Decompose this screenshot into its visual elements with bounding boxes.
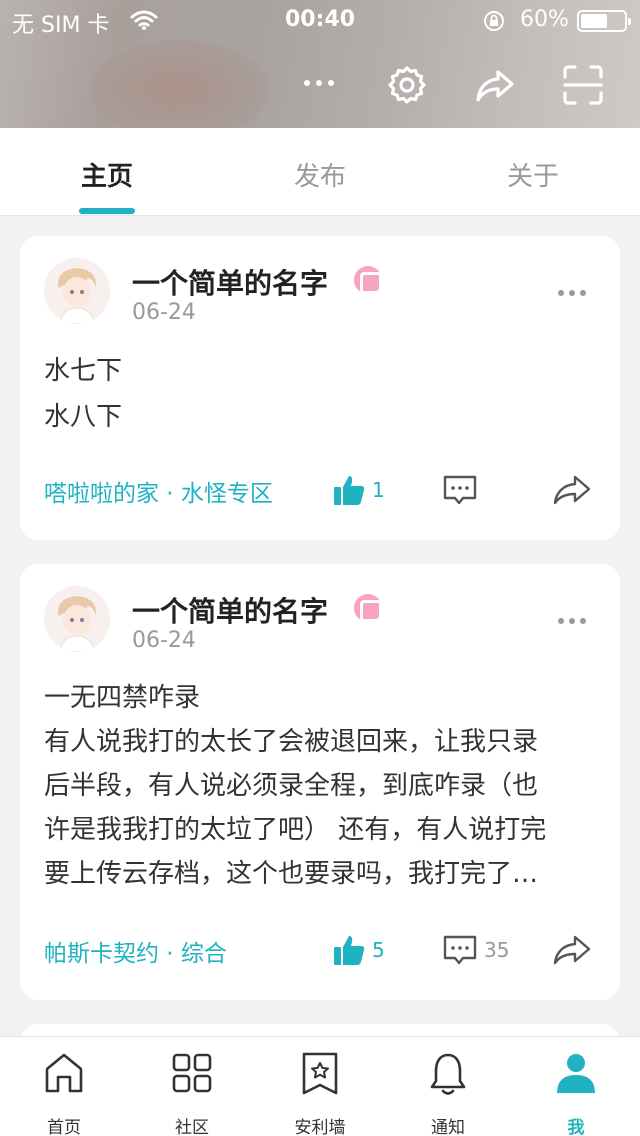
settings-icon[interactable] <box>386 64 428 106</box>
user-icon <box>557 1054 595 1093</box>
level-badge-icon <box>354 594 382 622</box>
avatar-image <box>44 586 110 652</box>
author-name[interactable]: 一个简单的名字 <box>132 262 328 302</box>
comment-count: 35 <box>484 938 510 962</box>
nav-community[interactable]: 社区 <box>128 1037 256 1136</box>
active-tab-indicator <box>79 208 135 214</box>
tab-home[interactable]: 主页 <box>47 156 167 193</box>
avatar[interactable] <box>44 258 110 324</box>
nav-recommend-wall[interactable]: 安利墙 <box>256 1037 384 1136</box>
nav-home[interactable]: 首页 <box>0 1037 128 1136</box>
level-badge-icon <box>354 266 382 294</box>
post-content: 水七下 水八下 <box>44 348 599 440</box>
post-line: 要上传云存档，这个也要录吗，我打完了… <box>44 859 539 889</box>
share-icon[interactable] <box>474 64 516 106</box>
like-count: 1 <box>372 478 385 502</box>
avatar-image <box>44 258 110 324</box>
grid-icon <box>172 1053 212 1093</box>
post-line: 有人说我打的太长了会被退回来，让我只录 <box>44 727 539 757</box>
nav-label: 安利墙 <box>294 1118 346 1136</box>
author-name[interactable]: 一个简单的名字 <box>132 590 328 630</box>
share-icon[interactable] <box>552 932 592 968</box>
post-line: 水八下 <box>44 402 123 432</box>
battery-icon <box>577 10 631 32</box>
post-line: 后半段，有人说必须录全程，到底咋录（也 <box>44 771 539 801</box>
post-date: 06-24 <box>132 300 196 325</box>
post-content: 一无四禁咋录 有人说我打的太长了会被退回来，让我只录 后半段，有人说必须录全程，… <box>44 676 599 896</box>
thumbs-up-icon <box>334 936 365 965</box>
post-date: 06-24 <box>132 628 196 653</box>
post-tags[interactable]: 帕斯卡契约 · 综合 <box>44 934 227 968</box>
post-line: 许是我我打的太垃了吧） 还有，有人说打完 <box>44 815 547 845</box>
post-card[interactable]: 一个简单的名字 06-24 一无四禁咋录 有人说我打的太长了会被退回来，让我只录… <box>20 564 620 1000</box>
like-button[interactable]: 1 <box>332 472 385 508</box>
bottom-nav: 首页 社区 安利墙 通知 我 <box>0 1036 640 1136</box>
rotation-lock-icon <box>484 11 504 31</box>
tab-publish[interactable]: 发布 <box>260 156 380 193</box>
comment-icon <box>443 935 477 965</box>
comment-icon <box>443 475 477 505</box>
like-count: 5 <box>372 938 385 962</box>
more-icon[interactable] <box>302 80 336 90</box>
profile-header: 无 SIM 卡 00:40 60% <box>0 0 640 128</box>
comment-button[interactable]: 35 <box>442 932 509 968</box>
avatar[interactable] <box>44 586 110 652</box>
post-more-icon[interactable] <box>558 618 588 626</box>
nav-label: 首页 <box>47 1118 81 1136</box>
nav-label: 社区 <box>175 1118 209 1136</box>
home-icon <box>45 1053 83 1093</box>
share-icon[interactable] <box>552 472 592 508</box>
nav-label: 我 <box>567 1118 585 1136</box>
comment-button[interactable] <box>442 472 484 508</box>
status-bar: 无 SIM 卡 00:40 60% <box>0 0 640 40</box>
post-tags[interactable]: 嗒啦啦的家 · 水怪专区 <box>44 474 273 508</box>
like-button[interactable]: 5 <box>332 932 385 968</box>
tab-about[interactable]: 关于 <box>473 156 593 193</box>
bell-icon <box>430 1053 466 1095</box>
post-card[interactable]: 一个简单的名字 06-24 水七下 水八下 嗒啦啦的家 · 水怪专区 1 <box>20 236 620 540</box>
post-line: 一无四禁咋录 <box>44 683 201 713</box>
profile-tabs: 主页 发布 关于 <box>0 128 640 216</box>
nav-me[interactable]: 我 <box>512 1037 640 1136</box>
post-line: 水七下 <box>44 356 123 386</box>
nav-label: 通知 <box>431 1118 465 1136</box>
thumbs-up-icon <box>334 476 365 505</box>
star-bookmark-icon <box>302 1052 338 1095</box>
header-background-blur <box>90 40 270 128</box>
post-more-icon[interactable] <box>558 290 588 298</box>
scan-icon[interactable] <box>562 64 604 106</box>
nav-notifications[interactable]: 通知 <box>384 1037 512 1136</box>
battery-percent: 60% <box>520 7 569 32</box>
